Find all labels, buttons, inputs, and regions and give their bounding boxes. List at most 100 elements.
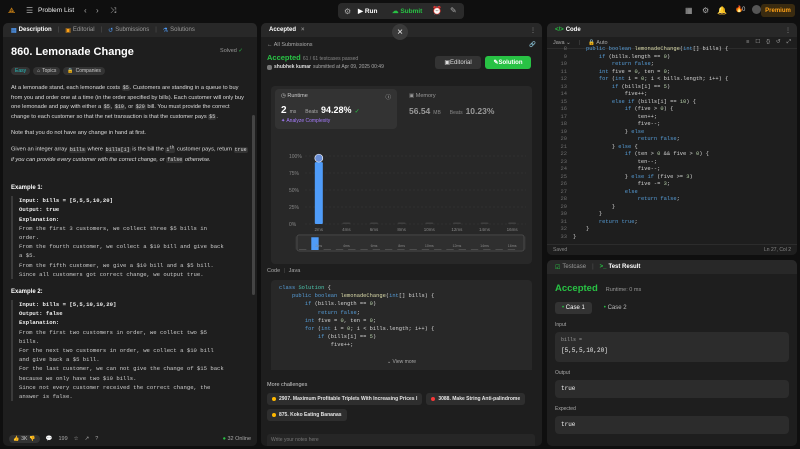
input-value: [5,5,5,10,20] xyxy=(561,347,608,354)
editor-line: 19 } else xyxy=(547,129,797,137)
premium-button[interactable]: Premium xyxy=(761,4,795,17)
topics-button[interactable]: ⌂ Topics xyxy=(33,67,61,75)
problem-list-link[interactable]: Problem List xyxy=(38,7,74,14)
tab-editorial[interactable]: ▣ Editorial xyxy=(61,23,98,37)
tab-test-result[interactable]: >_ Test Result xyxy=(596,260,645,274)
overview-bar xyxy=(323,249,331,250)
notes-input[interactable]: Write your notes here xyxy=(267,434,535,446)
x-tick-label: 6ms xyxy=(370,227,379,232)
case-1-tab[interactable]: • Case 1 xyxy=(555,302,592,314)
braces-icon[interactable]: {} xyxy=(766,39,770,46)
code-line: for (int i = 0; i < bills.length; i++) { xyxy=(304,326,435,333)
view-more-button[interactable]: ⌄ View more xyxy=(271,354,532,370)
fullscreen-icon[interactable]: ⤢ xyxy=(787,39,791,46)
all-submissions-link[interactable]: ← All Submissions xyxy=(267,42,313,48)
like-button[interactable]: 👍 3K 👎 xyxy=(9,434,40,443)
code-text: if (ten > 0 && five > 0) { xyxy=(624,151,709,157)
leetcode-logo-icon[interactable]: ⟁ xyxy=(8,6,15,16)
case-1-label: Case 1 xyxy=(565,305,585,311)
case-2-tab[interactable]: • Case 2 xyxy=(600,302,631,314)
problem-list-icon[interactable]: ☰ xyxy=(26,6,33,15)
description-scrollbar[interactable] xyxy=(252,115,255,295)
problem-title[interactable]: 860. Lemonade Change xyxy=(11,46,249,58)
close-overlay-icon[interactable]: × xyxy=(392,24,408,40)
chart-bar xyxy=(342,222,351,224)
prev-problem-icon[interactable]: ‹ xyxy=(84,6,87,15)
debug-icon[interactable]: ⚙ xyxy=(344,7,351,16)
tab-code-label: Code xyxy=(565,27,581,33)
next-problem-icon[interactable]: › xyxy=(96,6,99,15)
run-button[interactable]: ▶ Run xyxy=(358,7,377,15)
line-number: 21 xyxy=(560,143,567,150)
alarm-icon[interactable]: ⏰ xyxy=(432,6,442,15)
link-icon[interactable]: 🔗 xyxy=(529,42,536,48)
example-1-line: Output: true xyxy=(19,206,60,214)
analyze-complexity-link[interactable]: ✦ Analyze Complexity xyxy=(275,116,397,126)
tab-submissions[interactable]: ↺ Submissions xyxy=(104,23,153,37)
companies-button[interactable]: 🔒 Companies xyxy=(63,67,105,75)
language-select[interactable]: Java ⌄ xyxy=(553,40,571,46)
notes-icon[interactable]: ✎ xyxy=(450,6,457,15)
layout-icon[interactable]: ▦ xyxy=(685,6,693,15)
problem-tags: Easy ⌂ Topics 🔒 Companies xyxy=(11,67,249,75)
x-tick-label: 12ms xyxy=(451,227,463,232)
editorial-button[interactable]: ▣ Editorial xyxy=(435,56,481,69)
stats-card: ◷ Runtime ⓘ 2 ms Beats 94.28% ✓ ✦ Analyze… xyxy=(271,86,532,264)
runtime-label: Runtime xyxy=(287,93,308,99)
solution-button[interactable]: ✎ Solution xyxy=(485,56,531,69)
line-number: 26 xyxy=(560,181,567,187)
challenge-chip[interactable]: 3088. Make String Anti-palindrome xyxy=(426,393,526,405)
shuffle-icon[interactable]: ⤨ xyxy=(110,6,116,16)
y-tick-label: 25% xyxy=(289,205,300,211)
notification-icon[interactable]: 🔔 xyxy=(717,6,727,15)
tab-description[interactable]: ▤ Description xyxy=(7,23,56,37)
check-circle-icon: ✓ xyxy=(238,48,243,54)
autocomplete-toggle[interactable]: 🔒 Auto xyxy=(588,40,607,46)
language-label: Java xyxy=(553,39,565,46)
code-line: if (bills[i] == 5) xyxy=(317,334,377,341)
share-icon[interactable]: ↗ xyxy=(85,436,90,442)
tab-accepted[interactable]: Accepted × xyxy=(265,23,309,37)
challenge-chip[interactable]: 2907. Maximum Profitable Triplets With I… xyxy=(267,393,423,405)
reset-icon[interactable]: ↺ xyxy=(776,39,781,46)
tab-code[interactable]: </> Code xyxy=(551,23,585,37)
thumbs-down-icon[interactable]: 👎 xyxy=(29,436,35,442)
case-2-label: Case 2 xyxy=(607,305,627,311)
help-icon[interactable]: ? xyxy=(95,436,98,442)
star-icon[interactable]: ☆ xyxy=(74,436,79,442)
runtime-distribution-chart[interactable]: 100% 75% 50% 25% 0% 2ms 4ms 6ms 8ms 10ms 12ms 14ms 1… xyxy=(271,132,532,262)
format-icon[interactable]: ≡ xyxy=(746,39,749,46)
overview-track xyxy=(295,236,526,250)
panel-options-icon[interactable]: ⋮ xyxy=(530,27,536,34)
challenge-chip[interactable]: 875. Koko Eating Bananas xyxy=(267,409,347,421)
code-line: class Solution { xyxy=(279,285,331,291)
difficulty-dot-icon xyxy=(272,413,276,417)
code-text: } else { xyxy=(573,143,638,150)
panel-options-icon[interactable]: ⋮ xyxy=(785,27,791,34)
x-tick-label: 10ms xyxy=(424,227,436,232)
runtime-title: ◷ Runtime xyxy=(281,93,308,101)
close-tab-icon[interactable]: × xyxy=(301,27,305,33)
line-number: 30 xyxy=(560,211,567,217)
example-1-line: Since all customers got correct change, … xyxy=(19,270,204,278)
input-label: Input xyxy=(555,322,567,328)
submission-user[interactable]: shubhek kumar xyxy=(274,64,311,70)
online-label: 32 Online xyxy=(227,435,251,442)
settings-icon[interactable]: ⚙ xyxy=(702,6,709,15)
overview-bar xyxy=(335,249,344,250)
runtime-card[interactable]: ◷ Runtime ⓘ 2 ms Beats 94.28% ✓ ✦ Analyze… xyxy=(275,89,397,129)
overview-bar xyxy=(421,249,430,250)
avatar[interactable] xyxy=(752,5,761,14)
comment-icon[interactable]: 💬 xyxy=(46,436,53,442)
problem-paragraph-1: At a lemonade stand, each lemonade costs… xyxy=(11,85,244,120)
streak-count: 0 xyxy=(742,7,746,13)
tab-solutions[interactable]: ⚗ Solutions xyxy=(159,23,199,37)
line-number: 20 xyxy=(560,136,567,142)
memory-card[interactable]: ▣ Memory 56.54 MB Beats 10.23% xyxy=(403,89,527,129)
editor-line: 30 } xyxy=(547,211,797,219)
bookmark-icon[interactable]: ☐ xyxy=(755,39,760,46)
code-editor[interactable]: 8 public boolean lemonadeChange(int[] bi… xyxy=(547,46,797,239)
submit-button[interactable]: ☁ Submit xyxy=(392,7,422,15)
tab-testcase[interactable]: ☑ Testcase xyxy=(551,260,590,274)
overview-tick-label: 2ms xyxy=(315,244,322,248)
